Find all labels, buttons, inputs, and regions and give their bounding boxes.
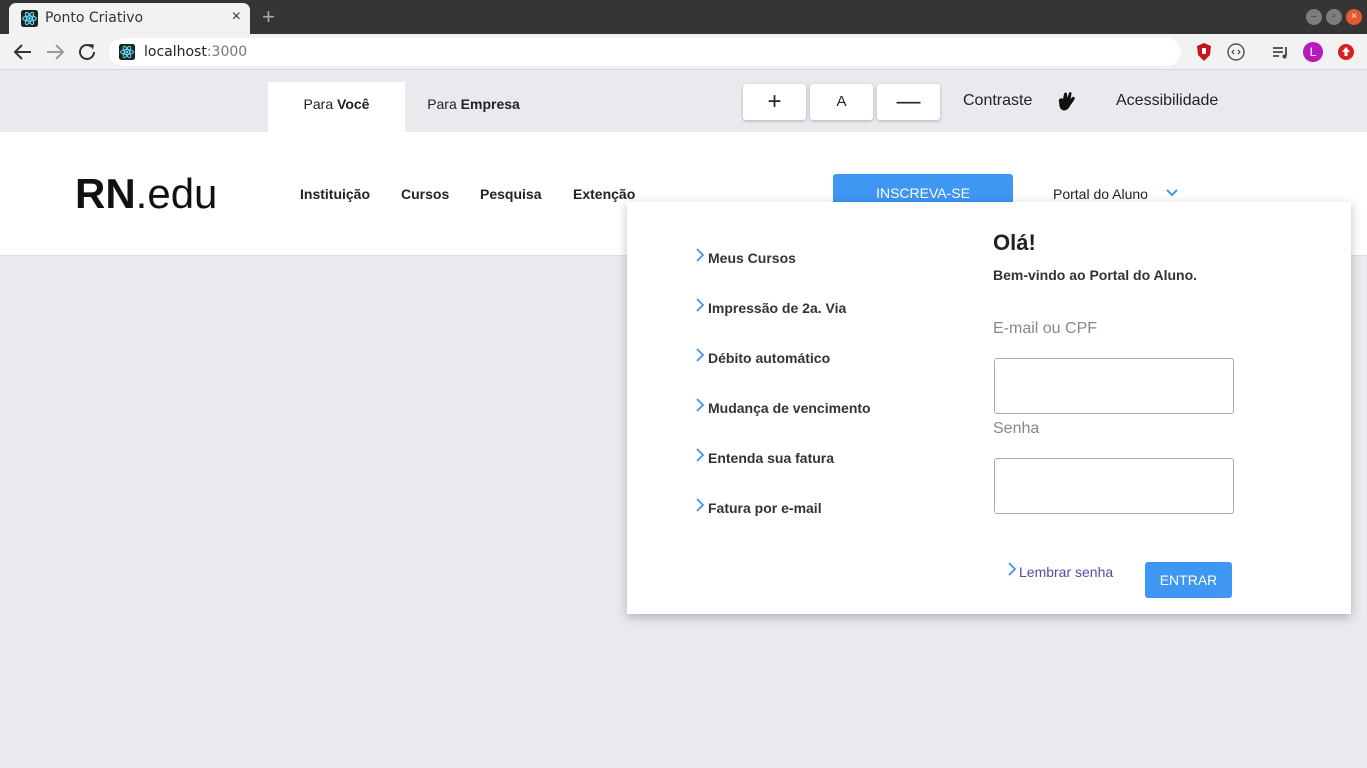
menu-item-mudanca-vencimento[interactable]: Mudança de vencimento (695, 398, 871, 416)
nav-extencao[interactable]: Extenção (573, 186, 635, 202)
menu-item-label: Fatura por e-mail (708, 500, 822, 516)
url-host: localhost (144, 44, 207, 60)
menu-item-meus-cursos[interactable]: Meus Cursos (695, 248, 796, 266)
chevron-right-icon (696, 348, 705, 362)
menu-item-impressao-2a-via[interactable]: Impressão de 2a. Via (695, 298, 847, 316)
tab-label-bold: Você (337, 96, 370, 112)
chevron-right-icon (696, 398, 705, 412)
browser-tab[interactable]: Ponto Criativo × (9, 3, 250, 34)
accessibility-bar: Para Você Para Empresa + A — Contraste A… (0, 70, 1367, 132)
url-port: :3000 (206, 44, 248, 60)
menu-item-entenda-fatura[interactable]: Entenda sua fatura (695, 448, 835, 466)
react-icon (21, 10, 38, 27)
forward-arrow-icon[interactable] (44, 42, 66, 62)
password-label: Senha (993, 420, 1040, 437)
portal-dropdown: Meus Cursos Impressão de 2a. Via Débito … (627, 202, 1351, 614)
browser-titlebar: Ponto Criativo × + – ▫ × (0, 0, 1367, 34)
media-queue-icon[interactable] (1270, 42, 1290, 62)
inscreva-se-button[interactable]: INSCREVA-SE (833, 174, 1013, 204)
menu-item-fatura-email[interactable]: Fatura por e-mail (695, 498, 822, 516)
profile-avatar[interactable]: L (1303, 42, 1323, 62)
font-default-button[interactable]: A (810, 84, 873, 120)
tab-para-voce[interactable]: Para Você (268, 82, 405, 132)
tab-close-icon[interactable]: × (232, 8, 241, 26)
welcome-text: Bem-vindo ao Portal do Aluno. (993, 267, 1198, 283)
menu-item-label: Entenda sua fatura (708, 450, 835, 466)
chevron-right-icon (696, 498, 705, 512)
menu-item-debito-automatico[interactable]: Débito automático (695, 348, 831, 366)
menu-item-label: Débito automático (708, 350, 831, 366)
chevron-down-icon[interactable] (1165, 187, 1179, 199)
remember-label: Lembrar senha (1019, 564, 1114, 580)
nav-instituicao[interactable]: Instituição (300, 186, 370, 202)
site-logo[interactable]: RN.edu (75, 170, 217, 218)
new-tab-icon[interactable]: + (262, 4, 275, 30)
accessibility-button[interactable]: Acessibilidade (1116, 92, 1218, 110)
email-label: E-mail ou CPF (993, 320, 1098, 337)
logo-bold: RN (75, 170, 136, 217)
contrast-button[interactable]: Contraste (963, 92, 1032, 110)
menu-item-label: Meus Cursos (708, 250, 796, 266)
back-arrow-icon[interactable] (12, 42, 34, 62)
menu-item-label: Impressão de 2a. Via (708, 300, 847, 316)
password-field[interactable] (994, 458, 1234, 514)
chevron-right-icon (696, 298, 705, 312)
email-field[interactable] (994, 358, 1234, 414)
chevron-right-icon (1008, 562, 1017, 576)
portal-do-aluno-link[interactable]: Portal do Aluno (1053, 186, 1148, 202)
reload-icon[interactable] (77, 42, 99, 62)
tab-para-empresa[interactable]: Para Empresa (405, 82, 542, 132)
react-icon (119, 44, 135, 60)
url-text: localhost:3000 (144, 44, 247, 60)
window-close-button[interactable]: × (1346, 9, 1362, 25)
tab-label-prefix: Para (303, 96, 338, 112)
remember-password-link[interactable]: Lembrar senha (1007, 562, 1114, 580)
extension-icon[interactable] (1226, 42, 1246, 62)
menu-item-label: Mudança de vencimento (708, 400, 871, 416)
browser-toolbar: localhost:3000 L (0, 34, 1367, 70)
ublock-extension-icon[interactable] (1194, 42, 1214, 62)
tab-label-prefix: Para (427, 96, 461, 112)
tab-title: Ponto Criativo (45, 10, 144, 26)
chevron-right-icon (696, 448, 705, 462)
window-minimize-button[interactable]: – (1306, 9, 1322, 25)
nav-cursos[interactable]: Cursos (401, 186, 449, 202)
nav-pesquisa[interactable]: Pesquisa (480, 186, 541, 202)
address-bar[interactable]: localhost:3000 (109, 38, 1181, 66)
logo-rest: .edu (135, 170, 218, 217)
window-maximize-button[interactable]: ▫ (1326, 9, 1342, 25)
update-icon[interactable] (1336, 42, 1356, 62)
greeting-title: Olá! (993, 230, 1036, 255)
sign-language-icon[interactable] (1055, 90, 1077, 114)
chevron-right-icon (696, 248, 705, 262)
font-decrease-button[interactable]: — (877, 84, 940, 120)
login-button[interactable]: ENTRAR (1145, 562, 1232, 598)
tab-label-bold: Empresa (460, 96, 520, 112)
font-increase-button[interactable]: + (743, 84, 806, 120)
